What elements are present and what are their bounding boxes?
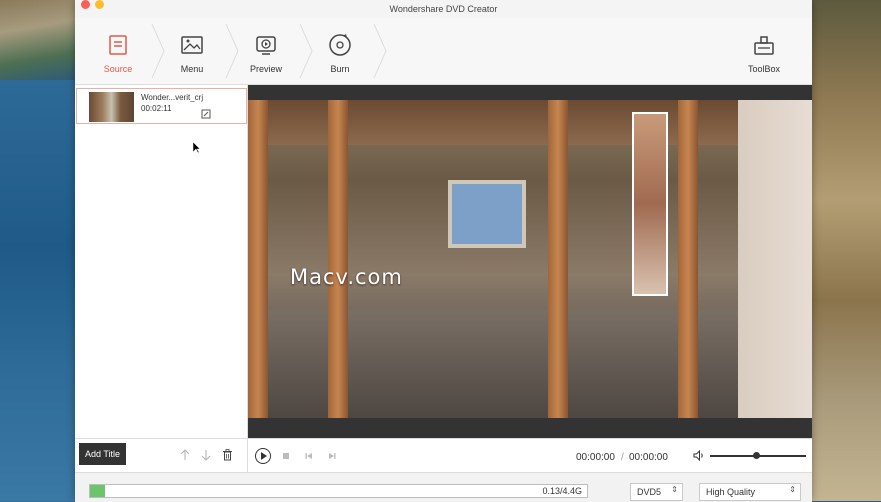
video-scene-post [328, 100, 348, 418]
next-icon[interactable] [328, 452, 336, 460]
time-separator: / [621, 452, 624, 463]
preview-icon [256, 36, 276, 55]
video-scene-post [548, 100, 568, 418]
previous-icon[interactable] [305, 452, 313, 460]
disc-usage-bar: 0.13/4.4G [89, 484, 588, 498]
status-bar: 0.13/4.4G DVD5 ⇕ High Quality ⇕ [75, 472, 812, 502]
step-menu-label: Menu [180, 64, 204, 74]
window-title: Wondershare DVD Creator [389, 4, 498, 14]
burn-icon [329, 34, 351, 56]
disc-usage-text: 0.13/4.4G [542, 486, 582, 496]
total-time: 00:00:00 [629, 452, 668, 463]
player-controls: 00:00:00 / 00:00:00 [248, 438, 812, 472]
move-down-icon[interactable] [201, 449, 211, 461]
volume-icon[interactable] [693, 450, 705, 461]
video-scene-poster [632, 112, 668, 296]
watermark-text: Macv.com [290, 265, 403, 289]
disc-type-select[interactable]: DVD5 ⇕ [630, 483, 683, 501]
toolbox-button[interactable]: ToolBox [739, 18, 789, 84]
step-separator [373, 24, 387, 78]
toolbox-icon [754, 36, 774, 55]
step-source-label: Source [103, 64, 133, 74]
quality-select[interactable]: High Quality ⇕ [699, 483, 801, 501]
video-scene-post [248, 100, 268, 418]
video-scene-glass [738, 100, 812, 418]
source-icon [109, 35, 127, 55]
video-scene-post [678, 100, 698, 418]
mouse-cursor-icon [193, 142, 201, 154]
app-window: Wondershare DVD Creator Source Menu Prev… [75, 0, 812, 502]
step-toolbar: Source Menu Preview Burn ToolBox [75, 18, 812, 85]
move-up-icon[interactable] [180, 449, 190, 461]
title-thumbnail [89, 92, 134, 122]
title-list-panel: Wonder...verit_crj 00:02:11 [75, 85, 248, 438]
delete-icon[interactable] [222, 449, 233, 461]
title-duration: 00:02:11 [141, 104, 172, 113]
video-frame: Macv.com [248, 100, 812, 418]
toolbox-label: ToolBox [747, 64, 781, 74]
disc-usage-fill [90, 485, 105, 497]
step-source[interactable]: Source [81, 18, 155, 84]
title-name: Wonder...verit_crj [141, 93, 204, 102]
add-title-button[interactable]: Add Title [79, 443, 126, 465]
stop-icon[interactable] [282, 452, 290, 460]
quality-value: High Quality [706, 487, 756, 497]
step-burn-label: Burn [330, 64, 350, 74]
step-menu[interactable]: Menu [155, 18, 229, 84]
video-preview-panel: Macv.com [248, 85, 812, 438]
desktop-wallpaper-cliff [0, 0, 80, 80]
desktop-wallpaper-rocks [811, 0, 881, 501]
menu-icon [181, 36, 203, 54]
desktop-wallpaper-sea [0, 80, 80, 501]
step-preview-label: Preview [249, 64, 282, 74]
video-scene-window [448, 180, 526, 248]
title-bar: Wondershare DVD Creator [75, 0, 812, 18]
title-list-item[interactable]: Wonder...verit_crj 00:02:11 [76, 88, 247, 124]
select-stepper-icon: ⇕ [671, 485, 678, 494]
edit-icon[interactable] [201, 109, 211, 119]
step-preview[interactable]: Preview [229, 18, 303, 84]
disc-type-value: DVD5 [637, 487, 662, 497]
title-controls: Add Title [75, 438, 248, 472]
select-stepper-icon: ⇕ [789, 485, 796, 494]
current-time: 00:00:00 [576, 452, 615, 463]
step-burn[interactable]: Burn [303, 18, 377, 84]
volume-slider-knob[interactable] [753, 452, 761, 459]
play-button[interactable] [255, 448, 271, 464]
